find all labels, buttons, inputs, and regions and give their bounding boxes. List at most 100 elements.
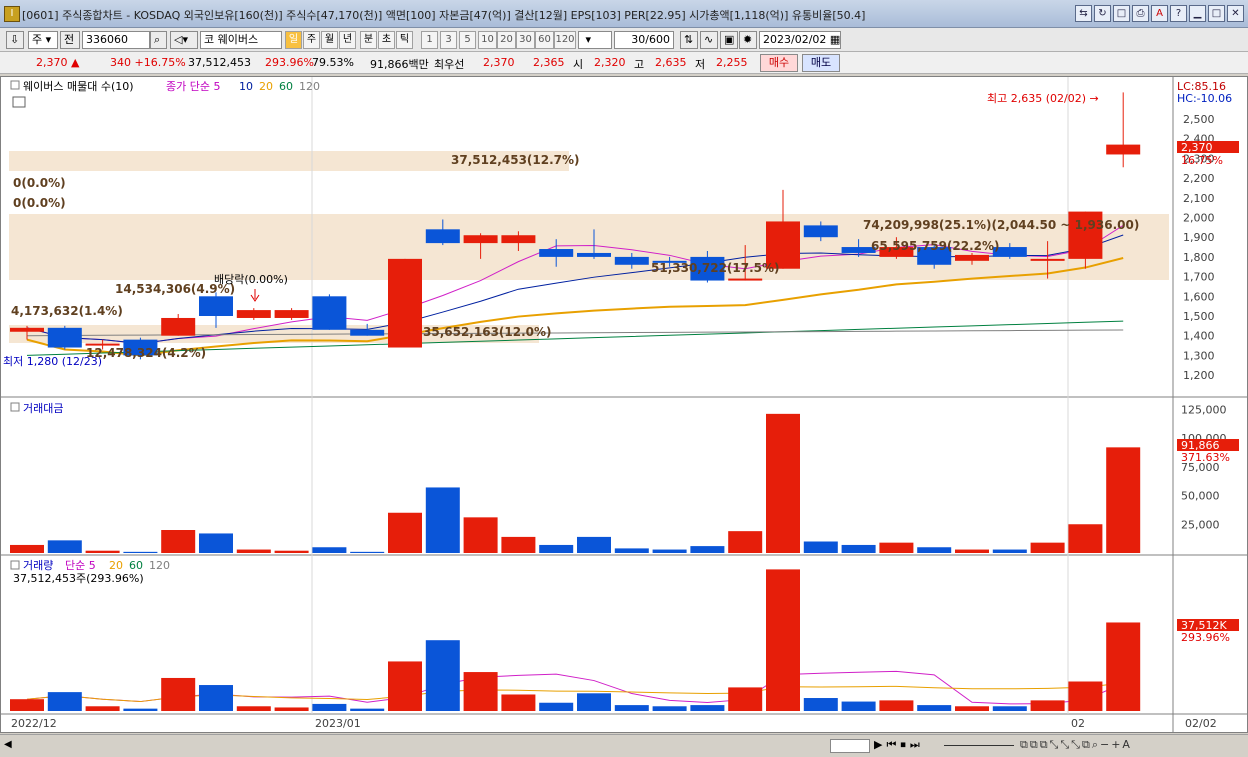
settings-icon[interactable]: ✹ xyxy=(739,31,757,49)
buy-button[interactable]: 매수 xyxy=(760,54,798,72)
volume-bar xyxy=(501,694,536,711)
minimize-button[interactable]: ▁ xyxy=(1189,5,1206,22)
volume-bar xyxy=(1068,681,1103,711)
close-button[interactable]: ✕ xyxy=(1227,5,1244,22)
amount-bar xyxy=(274,550,309,553)
amount-bar xyxy=(199,533,233,553)
mode-button[interactable]: 전 xyxy=(60,31,80,49)
speaker-icon[interactable]: ◁▾ xyxy=(170,31,198,49)
window-icon[interactable]: □ xyxy=(1113,5,1130,22)
minute-30[interactable]: 30 xyxy=(516,31,535,49)
scroll-left-icon[interactable]: ◀ xyxy=(4,739,12,750)
ma-60-label: 60 xyxy=(279,80,293,93)
save-icon[interactable]: ▣ xyxy=(720,31,738,49)
stock-code-input[interactable]: 336060 xyxy=(82,31,150,49)
minute-5[interactable]: 5 xyxy=(459,31,476,49)
minute-120[interactable]: 120 xyxy=(554,31,576,49)
minute-1[interactable]: 1 xyxy=(421,31,438,49)
window-title: [0601] 주식종합차트 - KOSDAQ 외국인보유[160(천)] 주식수… xyxy=(22,9,866,22)
volume-bar xyxy=(463,672,498,711)
panel-toggle-icon[interactable] xyxy=(10,402,20,412)
table-icon[interactable] xyxy=(12,96,26,108)
amount-bar xyxy=(841,544,876,553)
volume-bar xyxy=(425,640,460,711)
high-price: 2,635 xyxy=(655,56,687,69)
amount-bar xyxy=(614,548,649,553)
chart-area[interactable]: 2,500 2,400 2,300 2,200 2,100 2,000 1,900 1,800… xyxy=(0,76,1248,733)
period-year[interactable]: 년 xyxy=(339,31,356,49)
price-axis-label: 1,700 xyxy=(1183,271,1215,284)
date-input[interactable]: 2023/02/02 ▦ xyxy=(759,31,841,49)
price-axis-label: 1,800 xyxy=(1183,251,1215,264)
period-day[interactable]: 일 xyxy=(285,31,302,49)
minute-3[interactable]: 3 xyxy=(440,31,457,49)
market-select[interactable]: 주 ▾ xyxy=(28,31,58,49)
chart-svg[interactable]: 2,5002,4002,3002,2002,1002,0001,9001,800… xyxy=(1,77,1247,732)
ma-120-label: 120 xyxy=(299,80,320,93)
search-icon[interactable]: ⌕ xyxy=(150,31,167,49)
amount-bar xyxy=(501,536,536,553)
period-tick[interactable]: 틱 xyxy=(396,31,413,49)
candle-body xyxy=(728,278,763,281)
zone-label: 74,209,998(25.1%)(2,044.50 ~ 1,936.00) xyxy=(863,218,1139,232)
volume-bar xyxy=(388,661,422,711)
amount-bar xyxy=(652,549,687,553)
pin-icon[interactable]: ⇩ xyxy=(6,31,24,49)
volume-value: 37,512,453 xyxy=(188,56,251,69)
amount-bar xyxy=(955,549,989,553)
help-icon[interactable]: ? xyxy=(1170,5,1187,22)
amount-bar xyxy=(1106,447,1141,553)
ma-20-label: 20 xyxy=(259,80,273,93)
minute-20[interactable]: 20 xyxy=(497,31,516,49)
print-icon[interactable]: ⎙ xyxy=(1132,5,1149,22)
volume-bar xyxy=(199,685,233,711)
playback-controls[interactable]: ▶⏮⏹⏭ xyxy=(874,738,924,752)
zoom-slider[interactable] xyxy=(944,745,1014,746)
amount-bar xyxy=(463,517,498,553)
volume-bar xyxy=(992,706,1027,711)
period-second[interactable]: 초 xyxy=(378,31,395,49)
amount-bar xyxy=(917,547,952,553)
amount-bar xyxy=(803,541,838,553)
amount-bar xyxy=(690,546,725,553)
minute-10[interactable]: 10 xyxy=(478,31,497,49)
count-input[interactable]: 30/600 xyxy=(614,31,674,49)
open-price: 2,320 xyxy=(594,56,626,69)
volume-bar xyxy=(841,701,876,711)
chart-tools-icons[interactable]: ⧉⧉⧉⤡⤡⤡⧉⌕−+A xyxy=(1020,738,1132,752)
maximize-button[interactable]: □ xyxy=(1208,5,1225,22)
volume-bar xyxy=(955,706,989,711)
indicator-icon[interactable]: ∿ xyxy=(700,31,718,49)
amount-bar xyxy=(47,540,82,553)
stock-name-field: 코 웨이버스 xyxy=(200,31,282,49)
candle-body xyxy=(161,317,196,336)
compare-icon[interactable]: ⇅ xyxy=(680,31,698,49)
refresh-icon[interactable]: ↻ xyxy=(1094,5,1111,22)
period-week[interactable]: 주 xyxy=(303,31,320,49)
price-panel-legend: 웨이버스 매물대 수(10) 종가 단순 5 10 20 60 120 xyxy=(10,80,320,108)
priority-label: 최우선 xyxy=(434,58,465,71)
minute-60[interactable]: 60 xyxy=(535,31,554,49)
horizontal-scrollbar[interactable]: ◀ ▶⏮⏹⏭ ⧉⧉⧉⤡⤡⤡⧉⌕−+A xyxy=(0,734,1248,757)
amount-bar xyxy=(1030,542,1065,553)
volume-panel-title: 거래량 xyxy=(23,559,53,572)
price-change: 340 +16.75% xyxy=(110,56,186,69)
volume-ma-120-label: 120 xyxy=(149,559,170,572)
sell-button[interactable]: 매도 xyxy=(802,54,840,72)
volume-bar xyxy=(47,692,82,711)
period-month[interactable]: 월 xyxy=(321,31,338,49)
price-axis-label: 2,000 xyxy=(1183,212,1215,225)
volume-bar xyxy=(690,705,725,711)
scroll-thumb[interactable] xyxy=(830,739,870,753)
font-icon[interactable]: A xyxy=(1151,5,1168,22)
candle-body xyxy=(463,235,498,244)
ask-price: 2,370 xyxy=(483,56,515,69)
custom-period-select[interactable]: ▾ xyxy=(578,31,612,49)
amount-axis-label: 125,000 xyxy=(1181,403,1227,416)
link-icon[interactable]: ⇆ xyxy=(1075,5,1092,22)
panel-toggle-icon[interactable] xyxy=(10,560,20,570)
period-minute[interactable]: 분 xyxy=(360,31,377,49)
panel-toggle-icon[interactable] xyxy=(10,80,20,90)
amount-bar xyxy=(992,549,1027,553)
current-price: 2,370 ▲ xyxy=(36,56,80,69)
